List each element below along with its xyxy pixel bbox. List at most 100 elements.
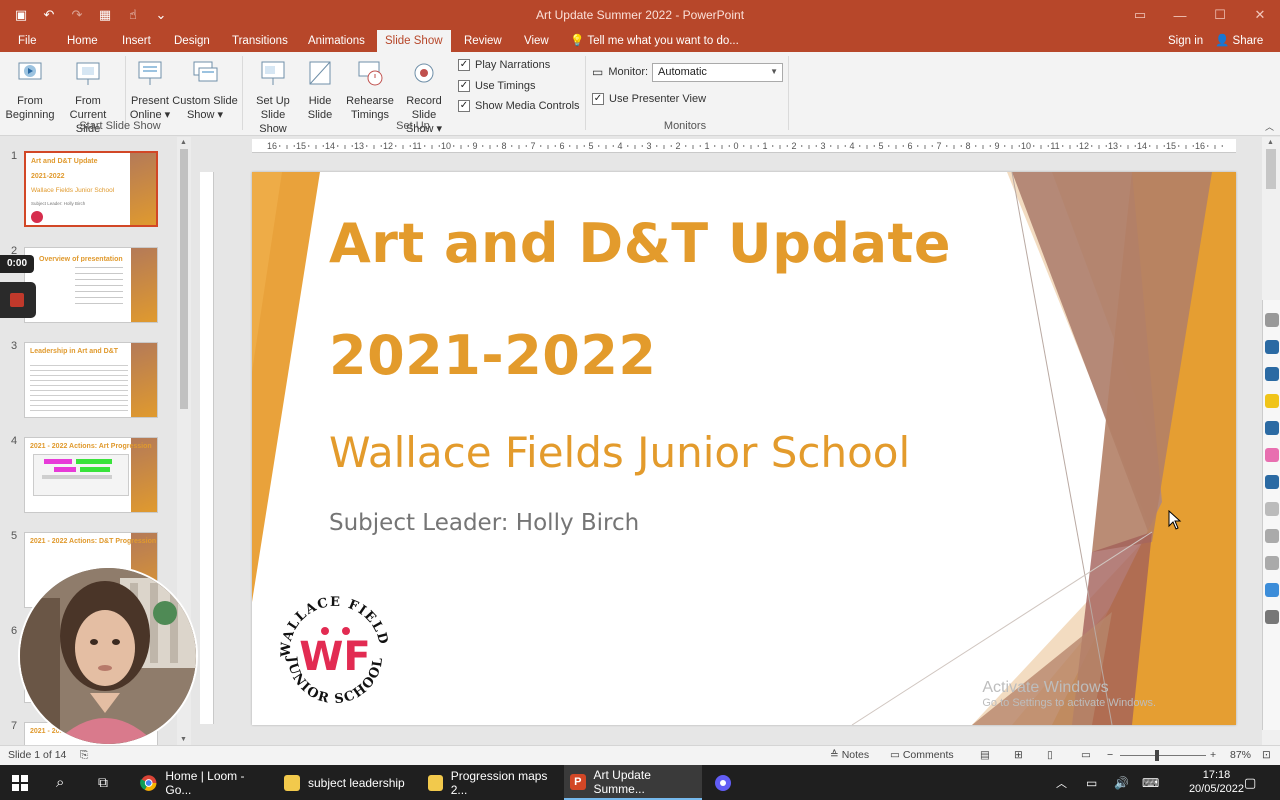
loom-taskbar-icon[interactable]: [714, 765, 732, 800]
task-view-icon[interactable]: ⧉: [98, 765, 108, 800]
school-logo[interactable]: WALLACE FIELDS JUNIOR SCHOOL WF: [274, 590, 396, 712]
tab-slide-show[interactable]: Slide Show: [377, 30, 451, 52]
taskbar-folder-subject-leadership[interactable]: subject leadership: [276, 765, 414, 800]
pen-tool-icon[interactable]: [1265, 313, 1279, 327]
tab-design[interactable]: Design: [166, 30, 218, 52]
reading-view-icon[interactable]: ▯: [1047, 749, 1053, 761]
pen-dark-blue-icon[interactable]: [1265, 421, 1279, 435]
maximize-button[interactable]: ☐: [1200, 0, 1240, 30]
image-tool-icon[interactable]: [1265, 583, 1279, 597]
scrollbar-thumb[interactable]: [180, 149, 188, 409]
sign-in-link[interactable]: Sign in: [1168, 30, 1203, 52]
slideshow-view-icon[interactable]: ▭: [1081, 749, 1091, 761]
start-button[interactable]: [12, 765, 28, 800]
tell-me-text: Tell me what you want to do...: [587, 35, 739, 47]
ruler-tick-mark: [286, 145, 288, 149]
play-narrations-checkbox[interactable]: ✓ Play Narrations: [458, 59, 550, 71]
slide-thumbnail-3[interactable]: Leadership in Art and D&T: [24, 342, 158, 418]
notes-button[interactable]: ≙ Notes: [830, 749, 869, 761]
loom-stop-button[interactable]: [0, 282, 36, 318]
hide-slide-label-1: Hide: [308, 95, 332, 107]
slide-title-line-2[interactable]: 2021-2022: [329, 324, 657, 387]
highlighter-yellow-icon[interactable]: [1265, 394, 1279, 408]
pen-light-blue-icon[interactable]: [1265, 475, 1279, 489]
eraser-icon[interactable]: [1265, 502, 1279, 516]
collapse-ribbon-icon[interactable]: ︿: [1265, 120, 1274, 133]
set-up-slide-show-button[interactable]: Set Up Slide Show: [246, 54, 300, 136]
ruler-tick-label: 7: [530, 141, 535, 151]
network-icon[interactable]: ▭: [1086, 765, 1097, 800]
ruler-tick-label: 7: [936, 141, 941, 151]
taskbar-clock[interactable]: 17:18 20/05/2022: [1189, 768, 1244, 796]
hide-slide-button[interactable]: Hide Slide: [301, 54, 339, 122]
tab-insert[interactable]: Insert: [114, 30, 159, 52]
thumb-number: 7: [11, 720, 18, 732]
ruler-tick-label: 10: [1021, 141, 1031, 151]
tray-chevron-icon[interactable]: ︿: [1056, 765, 1067, 800]
pointer-tool-icon[interactable]: [1265, 340, 1279, 354]
minimize-button[interactable]: —: [1160, 0, 1200, 30]
tab-review[interactable]: Review: [456, 30, 510, 52]
rehearse-timings-button[interactable]: Rehearse Timings: [345, 54, 395, 122]
show-media-controls-checkbox[interactable]: ✓ Show Media Controls: [458, 100, 580, 112]
normal-view-icon[interactable]: ▤: [980, 749, 990, 761]
share-button[interactable]: 👤 Share: [1215, 30, 1263, 52]
keyboard-icon[interactable]: ⌨: [1142, 765, 1159, 800]
slide-subject-leader[interactable]: Subject Leader: Holly Birch: [329, 510, 639, 536]
present-online-button[interactable]: Present Online ▾: [127, 54, 173, 122]
ruler-tick-mark: [315, 145, 317, 149]
slide-canvas[interactable]: Art and D&T Update 2021-2022 Wallace Fie…: [252, 172, 1236, 725]
ruler-tick-mark: [656, 145, 658, 147]
highlighter-pink-icon[interactable]: [1265, 448, 1279, 462]
use-timings-checkbox[interactable]: ✓ Use Timings: [458, 80, 536, 92]
zoom-level[interactable]: 87%: [1230, 749, 1251, 761]
spellcheck-icon[interactable]: ⎘: [80, 749, 88, 762]
tab-view[interactable]: View: [516, 30, 557, 52]
ruler-tick-mark: [960, 145, 962, 147]
lines-tool-icon[interactable]: [1265, 556, 1279, 570]
ruler-tick-label: 3: [820, 141, 825, 151]
pen-blue-icon[interactable]: [1265, 367, 1279, 381]
monitor-select[interactable]: Automatic ▼: [652, 63, 783, 82]
ruler-tick-label: 8: [501, 141, 506, 151]
tell-me-search[interactable]: 💡 Tell me what you want to do...: [570, 30, 739, 52]
comments-button[interactable]: ▭ Comments: [890, 749, 954, 761]
taskbar-folder-progression-maps[interactable]: Progression maps 2...: [420, 765, 558, 800]
taskbar-chrome[interactable]: Home | Loom - Go...: [132, 765, 270, 800]
ruler-tick-label: 12: [1079, 141, 1089, 151]
ruler-tick-label: 4: [849, 141, 854, 151]
ruler-tick-mark: [757, 145, 759, 147]
custom-slide-show-button[interactable]: Custom Slide Show ▾: [172, 54, 238, 122]
from-beginning-label-1: From: [17, 95, 43, 107]
tab-home[interactable]: Home: [59, 30, 106, 52]
scrollbar-thumb[interactable]: [1266, 149, 1276, 189]
ruler-tick-mark: [518, 145, 520, 149]
slide-title-line-1[interactable]: Art and D&T Update: [329, 212, 951, 275]
ribbon-display-options-icon[interactable]: ▭: [1120, 0, 1160, 30]
slide-school-name[interactable]: Wallace Fields Junior School: [329, 428, 910, 477]
annotation-toolbar: [1262, 300, 1280, 730]
slide-thumbnail-1[interactable]: Art and D&T Update 2021-2022 Wallace Fie…: [24, 151, 158, 227]
volume-icon[interactable]: 🔊: [1114, 765, 1129, 800]
slide-thumbnail-2[interactable]: Overview of presentation: [24, 247, 158, 323]
notifications-icon[interactable]: ▢: [1244, 765, 1256, 800]
ruler-tick-mark: [1062, 145, 1064, 147]
tab-animations[interactable]: Animations: [300, 30, 373, 52]
search-icon[interactable]: ⌕: [56, 765, 64, 800]
loom-webcam-bubble[interactable]: [18, 566, 198, 746]
tab-file[interactable]: File: [10, 30, 45, 52]
zoom-out-button[interactable]: −: [1107, 749, 1113, 761]
taskbar-powerpoint[interactable]: P Art Update Summe...: [564, 765, 702, 800]
from-beginning-button[interactable]: From Beginning: [4, 54, 56, 122]
tab-transitions[interactable]: Transitions: [224, 30, 296, 52]
slide-thumbnail-4[interactable]: 2021 - 2022 Actions: Art Progression: [24, 437, 158, 513]
zoom-slider[interactable]: [1120, 755, 1206, 756]
zoom-in-button[interactable]: +: [1210, 749, 1216, 761]
fit-slide-icon[interactable]: ⊡: [1262, 749, 1271, 761]
use-presenter-view-checkbox[interactable]: ✓ Use Presenter View: [592, 93, 706, 105]
settings-tool-icon[interactable]: [1265, 610, 1279, 624]
zoom-slider-handle[interactable]: [1155, 750, 1159, 761]
close-button[interactable]: ✕: [1240, 0, 1280, 30]
shape-tool-icon[interactable]: [1265, 529, 1279, 543]
slide-sorter-icon[interactable]: ⊞: [1014, 749, 1023, 761]
